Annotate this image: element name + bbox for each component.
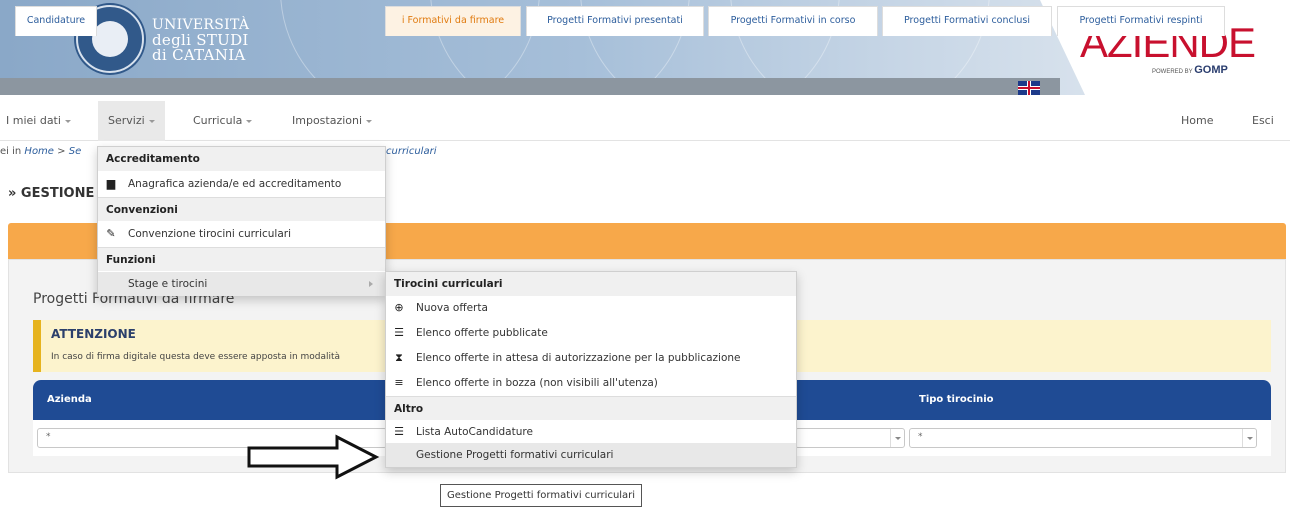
right-arrow-annotation-icon: [247, 434, 380, 480]
select-value: *: [46, 432, 51, 442]
powered-by-label: POWERED BY: [1152, 69, 1193, 75]
tooltip: Gestione Progetti formativi curriculari: [440, 484, 643, 507]
alert-title: ATTENZIONE: [51, 327, 136, 341]
filter-select[interactable]: [795, 428, 905, 448]
tab-candidature[interactable]: Candidature: [15, 6, 97, 36]
breadcrumb: ei in Home > Se: [0, 146, 81, 157]
menu-item-label: Convenzione tirocini curriculari: [128, 228, 291, 240]
banner-strip: [0, 78, 1060, 95]
nav-label: Impostazioni: [292, 114, 363, 127]
university-name[interactable]: UNIVERSITÀ degli STUDI di CATANIA: [152, 18, 249, 63]
breadcrumb-current: curriculari: [386, 146, 437, 157]
breadcrumb-home-link[interactable]: Home: [24, 146, 54, 157]
menu-item-label: Gestione Progetti formativi curriculari: [416, 449, 614, 461]
menu-item-label: Stage e tirocini: [128, 278, 208, 290]
tab-formativi-da-firmare[interactable]: i Formativi da firmare: [385, 6, 521, 36]
gomp-logo: POWERED BY GOMP: [1152, 64, 1228, 76]
menu-item-elenco-attesa[interactable]: ⧗ Elenco offerte in attesa di autorizzaz…: [386, 346, 796, 370]
alert-text: In caso di firma digitale questa deve es…: [51, 352, 341, 362]
edit-icon: ✎: [106, 227, 116, 240]
breadcrumb-prefix: ei in: [0, 146, 22, 157]
gomp-label: GOMP: [1194, 64, 1228, 76]
nav-curricula[interactable]: Curricula: [193, 101, 253, 141]
list-icon: ☰: [394, 326, 404, 339]
caret-down-icon: [64, 119, 71, 123]
menu-item-elenco-pubblicate[interactable]: ☰ Elenco offerte pubblicate: [386, 321, 796, 345]
plus-circle-icon: ⊕: [394, 301, 404, 314]
menu-item-stage-tirocini[interactable]: Stage e tirocini: [98, 272, 385, 296]
menu-item-anagrafica[interactable]: ▆ Anagrafica azienda/e ed accreditamento: [98, 172, 385, 196]
menu-item-label: Lista AutoCandidature: [416, 426, 533, 438]
main-navbar: I miei dati Servizi Curricula Impostazio…: [0, 101, 1290, 141]
chevron-down-icon: [1242, 429, 1256, 447]
stage-submenu: Tirocini curriculari ⊕ Nuova offerta ☰ E…: [385, 271, 797, 468]
nav-label: Servizi: [108, 114, 145, 127]
nav-label: Curricula: [193, 114, 243, 127]
align-left-icon: ≡: [394, 376, 404, 389]
nav-label: I miei dati: [6, 114, 61, 127]
menu-header-accreditamento: Accreditamento: [98, 147, 385, 171]
caret-down-icon: [246, 119, 253, 123]
menu-item-lista-autocandidature[interactable]: ☰ Lista AutoCandidature: [386, 420, 796, 444]
nav-home[interactable]: Home: [1181, 101, 1213, 141]
menu-header-funzioni: Funzioni: [98, 247, 385, 271]
tab-formativi-conclusi[interactable]: Progetti Formativi conclusi: [882, 6, 1052, 36]
page-title: » GESTIONE: [8, 186, 95, 201]
breadcrumb-servizi-link[interactable]: Se: [69, 146, 82, 157]
chevron-down-icon: [890, 429, 904, 447]
menu-header-convenzioni: Convenzioni: [98, 197, 385, 221]
menu-item-label: Nuova offerta: [416, 302, 488, 314]
tab-formativi-respinti[interactable]: Progetti Formativi respinti: [1057, 6, 1225, 36]
nav-esci[interactable]: Esci: [1252, 101, 1274, 141]
menu-item-label: Elenco offerte pubblicate: [416, 327, 548, 339]
select-value: *: [918, 432, 923, 442]
nav-impostazioni[interactable]: Impostazioni: [292, 101, 373, 141]
menu-item-elenco-bozza[interactable]: ≡ Elenco offerte in bozza (non visibili …: [386, 371, 796, 395]
breadcrumb-separator: >: [57, 146, 66, 157]
uk-flag-icon[interactable]: [1018, 81, 1040, 95]
caret-down-icon: [148, 119, 155, 123]
building-icon: ▆: [106, 177, 116, 190]
column-tipo-tirocinio[interactable]: Tipo tirocinio: [919, 394, 994, 405]
menu-item-label: Elenco offerte in bozza (non visibili al…: [416, 377, 658, 389]
menu-header-tirocini-curriculari: Tirocini curriculari: [386, 272, 796, 296]
column-azienda[interactable]: Azienda: [47, 394, 92, 405]
tipo-tirocinio-filter-select[interactable]: *: [909, 428, 1257, 448]
hourglass-icon: ⧗: [395, 351, 403, 364]
tab-formativi-in-corso[interactable]: Progetti Formativi in corso: [708, 6, 878, 36]
caret-down-icon: [366, 119, 373, 123]
nav-i-miei-dati[interactable]: I miei dati: [6, 101, 71, 141]
tab-formativi-presentati[interactable]: Progetti Formativi presentati: [526, 6, 704, 36]
menu-item-label: Anagrafica azienda/e ed accreditamento: [128, 178, 342, 190]
menu-item-convenzione[interactable]: ✎ Convenzione tirocini curriculari: [98, 222, 385, 246]
servizi-dropdown-menu: Accreditamento ▆ Anagrafica azienda/e ed…: [97, 146, 386, 296]
menu-item-gestione-progetti[interactable]: Gestione Progetti formativi curriculari: [386, 443, 796, 467]
menu-item-nuova-offerta[interactable]: ⊕ Nuova offerta: [386, 296, 796, 320]
menu-header-altro: Altro: [386, 396, 796, 420]
nav-servizi[interactable]: Servizi: [98, 101, 165, 141]
university-name-line3: di CATANIA: [152, 46, 246, 64]
menu-item-label: Elenco offerte in attesa di autorizzazio…: [416, 352, 741, 364]
list-icon: ☰: [394, 425, 404, 438]
chevron-right-icon: [369, 281, 373, 287]
